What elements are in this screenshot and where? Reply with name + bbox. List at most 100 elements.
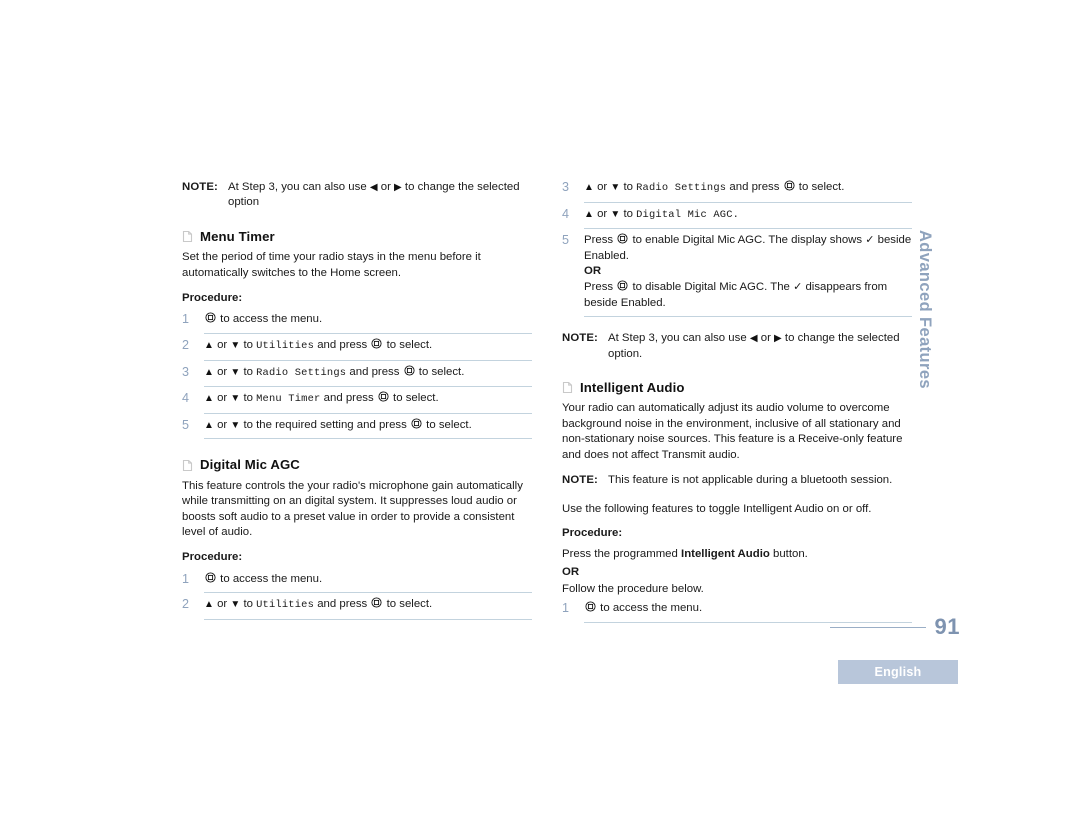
note-block-step3: NOTE: At Step 3, you can also use ◀ or ▶…	[182, 180, 532, 211]
menu-button-icon	[617, 233, 628, 244]
step-item: 1 to access the menu.	[182, 572, 532, 598]
note-text: At Step 3, you can also use ◀ or ▶ to ch…	[608, 331, 912, 362]
step-to: to	[243, 365, 253, 378]
note-block-bluetooth: NOTE: This feature is not applicable dur…	[562, 473, 912, 488]
menu-timer-body: Set the period of time your radio stays …	[182, 251, 481, 279]
digital-mic-agc-steps: 1 to access the menu. 2 ▲ or ▼ to Utilit…	[182, 572, 532, 624]
arrow-right-icon: ▶	[394, 182, 402, 193]
section-heading-digital-mic-agc: Digital Mic AGC	[182, 457, 532, 472]
or-label: OR	[584, 265, 602, 278]
document-icon	[562, 381, 573, 394]
step-number: 5	[182, 417, 190, 432]
menu-button-icon	[205, 312, 216, 323]
menu-button-icon	[411, 418, 422, 429]
step-number: 1	[182, 571, 190, 586]
step-to: to	[623, 207, 633, 220]
language-badge: English	[838, 660, 958, 684]
menu-button-icon	[585, 601, 596, 612]
step-item: 5 Press to enable Digital Mic AGC. The d…	[562, 233, 912, 321]
step-text: to access the menu.	[204, 312, 532, 335]
step-prefix: or	[597, 181, 611, 193]
digital-mic-agc-body: This feature controls the your radio's m…	[182, 479, 523, 539]
menu-button-icon	[371, 338, 382, 349]
step-prefix: or	[217, 392, 231, 405]
right-column: 3 ▲ or ▼ to Radio Settings and press to …	[562, 180, 912, 627]
step-prefix: or	[217, 365, 231, 378]
page-number-area: 91	[830, 616, 960, 638]
check-icon: ✓	[793, 280, 803, 293]
step-text-content: to access the menu.	[220, 572, 323, 585]
menu-button-icon	[378, 391, 389, 402]
arrow-down-icon: ▼	[230, 599, 241, 611]
step-suffix: to select.	[418, 365, 465, 378]
intelligent-audio-press-line: Press the programmed Intelligent Audio b…	[562, 547, 912, 562]
step-item: 2 ▲ or ▼ to Utilities and press to selec…	[182, 597, 532, 624]
note-text: This feature is not applicable during a …	[608, 474, 893, 486]
note-text-middle: or	[380, 181, 391, 193]
step-mid: and press	[323, 392, 374, 405]
arrow-down-icon: ▼	[230, 340, 241, 352]
step-text-content: to access the menu.	[220, 313, 323, 326]
step-to: to the required setting and press	[243, 418, 407, 431]
page-number: 91	[934, 614, 960, 639]
manual-page: NOTE: At Step 3, you can also use ◀ or ▶…	[0, 0, 1080, 834]
step-text: ▲ or ▼ to the required setting and press…	[204, 418, 532, 440]
step-number: 3	[182, 364, 190, 379]
step-item: 3 ▲ or ▼ to Radio Settings and press to …	[182, 365, 532, 392]
step5-line1-a: Press	[584, 234, 614, 247]
side-tab: Advanced Features	[905, 200, 945, 420]
step-suffix: to select.	[386, 598, 433, 611]
note-block-step3-right: NOTE: At Step 3, you can also use ◀ or ▶…	[562, 331, 912, 362]
procedure-label: Procedure:	[182, 551, 243, 564]
step-item: 4 ▲ or ▼ to Menu Timer and press to sele…	[182, 391, 532, 418]
step-text-content: to access the menu.	[600, 602, 703, 615]
menu-item-name: Utilities	[256, 599, 315, 612]
step-text: ▲ or ▼ to Radio Settings and press to se…	[204, 365, 532, 388]
check-icon: ✓	[865, 234, 875, 247]
language-badge-label: English	[874, 665, 922, 679]
step-mid: and press	[317, 339, 368, 352]
step-number: 5	[562, 233, 570, 248]
menu-button-icon	[404, 365, 415, 376]
step-to: to	[243, 339, 253, 352]
step-item: 4 ▲ or ▼ to Digital Mic AGC.	[562, 207, 912, 234]
menu-item-name: Radio Settings	[636, 182, 727, 194]
menu-item-name: Menu Timer	[256, 393, 321, 406]
step-text: ▲ or ▼ to Radio Settings and press to se…	[584, 180, 912, 203]
step-text: to access the menu.	[204, 572, 532, 594]
step-text: Press to enable Digital Mic AGC. The dis…	[584, 233, 912, 318]
side-tab-label: Advanced Features	[916, 229, 935, 390]
step-item: 5 ▲ or ▼ to the required setting and pre…	[182, 418, 532, 444]
intelligent-audio-body: Your radio can automatically adjust its …	[562, 402, 903, 461]
step-item: 3 ▲ or ▼ to Radio Settings and press to …	[562, 180, 912, 207]
step-suffix: to select.	[426, 418, 472, 431]
step-to: to	[243, 598, 253, 611]
section-title: Menu Timer	[200, 228, 275, 244]
step-number: 1	[182, 312, 190, 327]
step-item: 1 to access the menu.	[182, 312, 532, 338]
arrow-left-icon: ◀	[749, 333, 758, 345]
arrow-up-icon: ▲	[584, 208, 594, 220]
menu-button-icon	[371, 597, 382, 608]
note-text-before: At Step 3, you can also use	[228, 181, 367, 193]
step-prefix: or	[217, 339, 231, 352]
note-text: At Step 3, you can also use ◀ or ▶ to ch…	[228, 180, 532, 211]
left-column: NOTE: At Step 3, you can also use ◀ or ▶…	[182, 180, 532, 624]
step-mid: and press	[349, 365, 400, 378]
section-heading-menu-timer: Menu Timer	[182, 229, 532, 244]
menu-button-icon	[205, 572, 216, 583]
procedure-label: Procedure:	[562, 526, 623, 539]
arrow-up-icon: ▲	[204, 366, 214, 378]
menu-item-name: Utilities	[256, 340, 315, 353]
note-label: NOTE:	[562, 332, 598, 345]
section-heading-intelligent-audio: Intelligent Audio	[562, 380, 912, 395]
step-mid: and press	[317, 598, 368, 611]
arrow-up-icon: ▲	[204, 393, 214, 405]
step-number: 2	[182, 338, 190, 353]
press-text-b: button.	[773, 548, 808, 561]
step-number: 2	[182, 597, 190, 612]
arrow-down-icon: ▼	[230, 393, 241, 405]
arrow-right-icon: ▶	[774, 333, 782, 345]
step-suffix: to select.	[386, 339, 433, 352]
agc-continued-steps: 3 ▲ or ▼ to Radio Settings and press to …	[562, 180, 912, 321]
